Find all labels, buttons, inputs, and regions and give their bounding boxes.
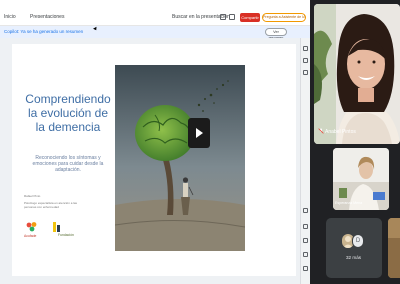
play-button[interactable] bbox=[188, 118, 210, 148]
play-icon bbox=[196, 128, 203, 138]
acufade-logo-mark bbox=[26, 222, 37, 232]
search-icon[interactable] bbox=[220, 14, 226, 20]
tool-icon-4[interactable] bbox=[303, 208, 308, 213]
ask-ai-button[interactable]: Pregunta a Asistente de IA bbox=[262, 13, 306, 22]
menu-inicio[interactable]: Inicio bbox=[4, 14, 16, 20]
tool-icon-8[interactable] bbox=[303, 266, 308, 271]
participant-name: Esperanza Mena bbox=[335, 201, 363, 205]
tool-icon-3[interactable] bbox=[303, 70, 308, 75]
speaker-video-frame bbox=[314, 4, 400, 144]
tool-icon-7[interactable] bbox=[303, 252, 308, 257]
side-toolbar bbox=[300, 38, 310, 284]
participant-avatar-letter: D bbox=[352, 234, 364, 248]
summary-notice-bar: Copilot: Ya se ha generado un resumen Ve… bbox=[0, 26, 310, 40]
slide-subtitle: Reconociendo los síntomas y emociones pa… bbox=[32, 155, 104, 173]
share-button[interactable]: Compartir bbox=[240, 13, 260, 22]
mic-off-icon bbox=[318, 128, 324, 134]
settings-icon[interactable] bbox=[229, 14, 235, 20]
participant-video-tile-partial[interactable] bbox=[388, 218, 400, 278]
view-summary-button[interactable]: Ver resumen bbox=[265, 28, 287, 40]
slide-credit-name: Rafael Pinto bbox=[24, 194, 41, 198]
acufade-logo: Acufade bbox=[24, 220, 38, 238]
logo1-label: Acufade bbox=[24, 234, 37, 238]
more-participants-tile[interactable] bbox=[326, 218, 382, 278]
tool-icon-1[interactable] bbox=[303, 46, 308, 51]
menu-presentaciones[interactable]: Presentaciones bbox=[30, 14, 64, 20]
fundacion-logo: Fundación bbox=[52, 220, 74, 239]
more-participants-count: 32 más bbox=[346, 255, 362, 260]
logo2-label: Fundación bbox=[58, 233, 74, 237]
shared-screen: Inicio Presentaciones Buscar en la prese… bbox=[0, 0, 310, 284]
slide-credit-org: Psicólogo especialista en atención a las… bbox=[24, 201, 78, 209]
tool-icon-5[interactable] bbox=[303, 224, 308, 229]
speaker-video-tile[interactable] bbox=[314, 4, 400, 144]
fundacion-logo-mark bbox=[53, 222, 60, 232]
slide-title: Comprendiendo la evolución de la demenci… bbox=[25, 92, 111, 134]
brain-tree-illustration bbox=[115, 65, 245, 251]
tool-icon-6[interactable] bbox=[303, 238, 308, 243]
tool-icon-2[interactable] bbox=[303, 58, 308, 63]
speaker-name: Anabel Pintos bbox=[325, 129, 356, 135]
summary-notice-text: Copilot: Ya se ha generado un resumen bbox=[4, 29, 84, 34]
app-toolbar: Inicio Presentaciones Buscar en la prese… bbox=[0, 10, 310, 26]
